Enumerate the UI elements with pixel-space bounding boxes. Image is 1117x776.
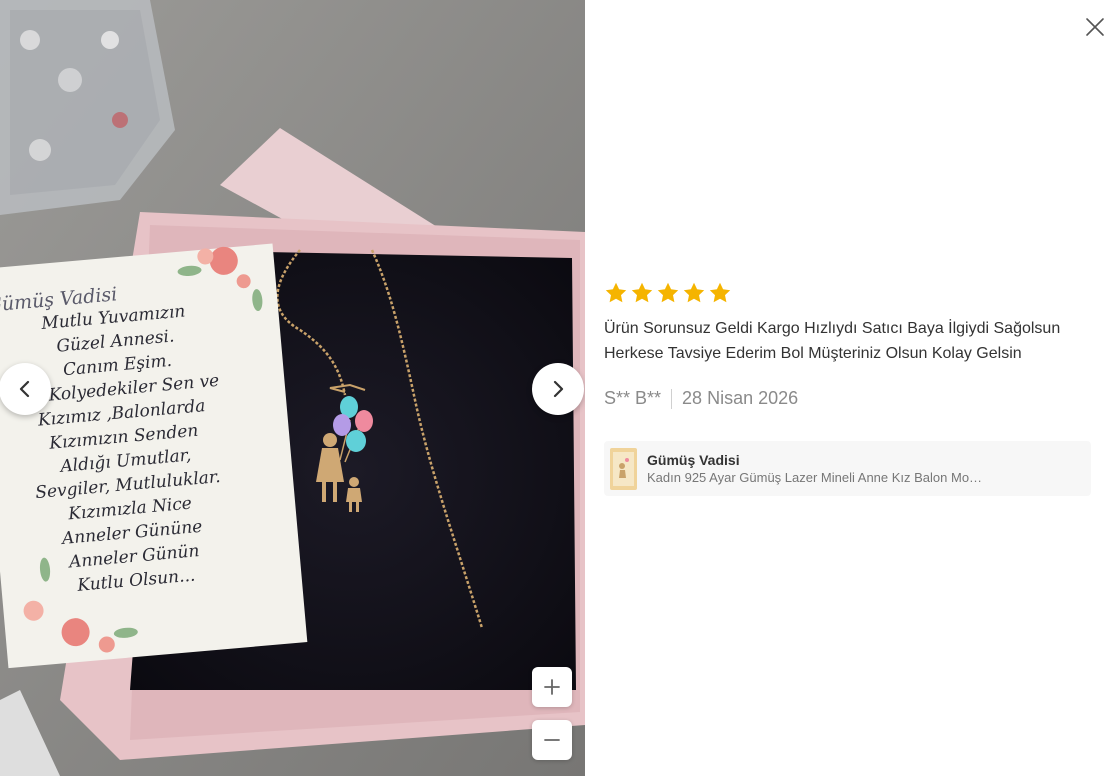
review-meta: S** B** 28 Nisan 2026 xyxy=(604,388,1094,409)
minus-icon xyxy=(544,739,560,741)
review-date: 28 Nisan 2026 xyxy=(682,388,799,408)
product-card[interactable]: Gümüş Vadisi Kadın 925 Ayar Gümüş Lazer … xyxy=(604,441,1091,496)
close-icon xyxy=(1086,18,1104,36)
zoom-in-button[interactable] xyxy=(532,667,572,707)
review-comment: Ürün Sorunsuz Geldi Kargo Hızlıydı Satıc… xyxy=(604,320,1061,362)
star-icon xyxy=(683,282,705,303)
photo-viewer[interactable]: Gümüş Vadisi Mutlu Yuvamızın Güzel Annes… xyxy=(0,0,585,776)
product-thumbnail xyxy=(610,447,637,490)
product-store-name: Gümüş Vadisi xyxy=(647,451,740,468)
star-icon xyxy=(631,282,653,303)
star-icon xyxy=(657,282,679,303)
next-image-button[interactable] xyxy=(532,363,584,415)
star-icon xyxy=(709,282,731,303)
close-button[interactable] xyxy=(1082,14,1108,40)
product-name: Kadın 925 Ayar Gümüş Lazer Mineli Anne K… xyxy=(647,469,983,485)
previous-image-button[interactable] xyxy=(0,363,51,415)
review-image-modal: Gümüş Vadisi Mutlu Yuvamızın Güzel Annes… xyxy=(0,0,1117,776)
review-details: Ürün Sorunsuz Geldi Kargo Hızlıydı Satıc… xyxy=(604,280,1094,409)
meta-divider xyxy=(671,388,673,409)
zoom-out-button[interactable] xyxy=(532,720,572,760)
chevron-left-icon xyxy=(19,380,30,398)
review-author: S** B** xyxy=(604,388,662,408)
star-icon xyxy=(605,282,627,303)
review-photo: Gümüş Vadisi Mutlu Yuvamızın Güzel Annes… xyxy=(0,0,585,776)
chevron-right-icon xyxy=(553,380,564,398)
star-rating xyxy=(604,280,1094,306)
plus-icon xyxy=(544,679,560,695)
